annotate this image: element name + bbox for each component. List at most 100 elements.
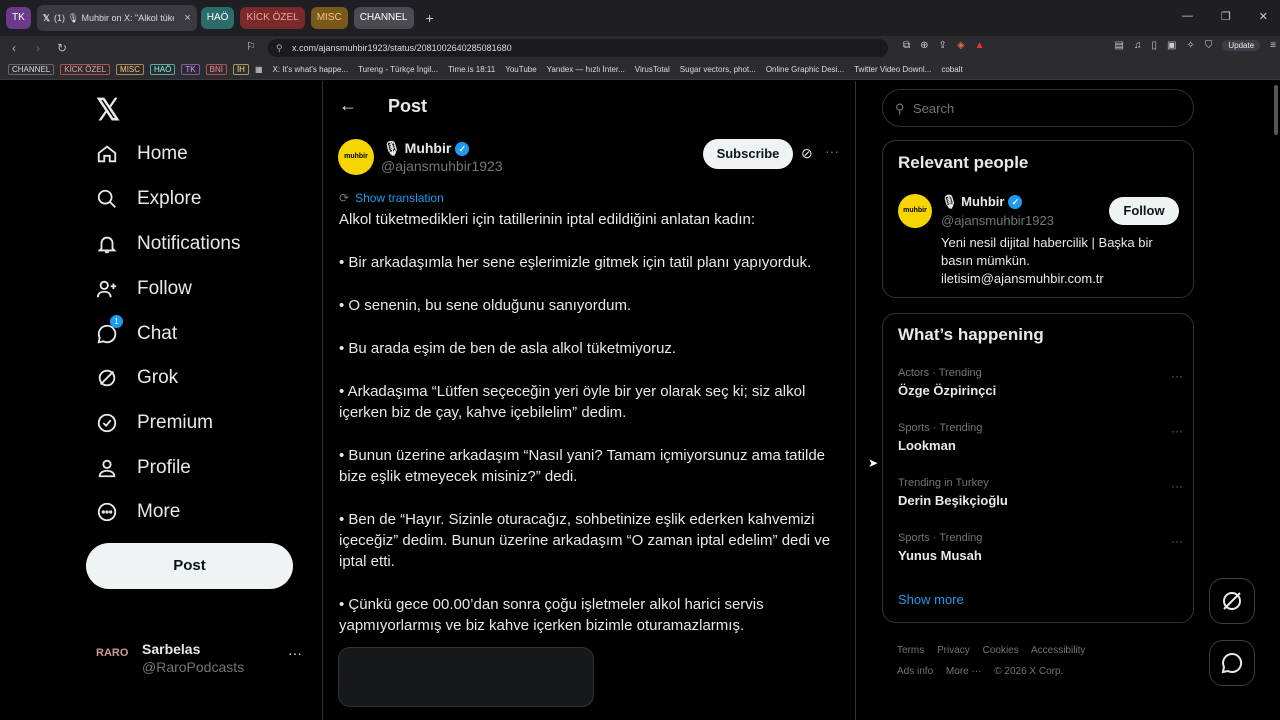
page-title: Post xyxy=(388,96,428,116)
wallet-icon[interactable]: ▣ xyxy=(1167,40,1176,51)
new-tab-icon[interactable]: + xyxy=(426,10,434,26)
trend-item[interactable]: Actors · Trending Özge Özpirinçci ··· xyxy=(898,367,1183,398)
footer-link[interactable]: More ··· xyxy=(946,666,982,677)
zoom-icon[interactable]: ⊕ xyxy=(920,40,928,51)
subscribe-button[interactable]: Subscribe xyxy=(703,139,793,169)
show-more-link[interactable]: Show more xyxy=(898,592,964,607)
install-icon[interactable]: ⧉ xyxy=(903,40,910,51)
author-handle[interactable]: @ajansmuhbir1923 xyxy=(381,158,503,174)
trend-more-icon[interactable]: ··· xyxy=(1171,534,1183,548)
nav-explore[interactable]: Explore xyxy=(96,188,201,210)
grok-fab-button[interactable] xyxy=(1209,578,1255,624)
close-tab-icon[interactable]: × xyxy=(184,12,190,24)
footer-link[interactable]: Accessibility xyxy=(1031,645,1085,656)
more-options-icon[interactable]: ··· xyxy=(825,143,839,159)
bookmark-link[interactable]: Time.is 18:11 xyxy=(448,65,495,74)
bookmark-link[interactable]: Yandex — hızlı İnter... xyxy=(547,65,625,74)
bookmark-group[interactable]: TK xyxy=(181,64,200,75)
chat-fab-button[interactable] xyxy=(1209,640,1255,686)
bookmark-group[interactable]: BNİ xyxy=(205,64,227,75)
relevant-person-name[interactable]: 🎙 Muhbir ✓ xyxy=(941,194,1023,210)
trend-context: Sports · Trending xyxy=(898,532,983,544)
bookmark-link[interactable]: Online Graphic Desi... xyxy=(766,65,844,74)
menu-icon[interactable]: ≡ xyxy=(1270,40,1276,51)
bookmark-group[interactable]: MISC xyxy=(116,64,145,75)
bookmark-link[interactable]: Twitter Video Downl... xyxy=(854,65,931,74)
rewards-icon[interactable]: ▲ xyxy=(975,40,985,51)
bookmark-group[interactable]: İH xyxy=(232,64,249,75)
footer-link[interactable]: Ads info xyxy=(897,666,933,677)
show-translation-link[interactable]: ⟳ Show translation xyxy=(339,191,444,205)
author-name[interactable]: 🎙 Muhbir ✓ xyxy=(383,140,470,157)
tab-group-tk[interactable]: TK xyxy=(6,7,31,29)
bookmark-link[interactable]: Tureng - Türkçe İngil... xyxy=(358,65,438,74)
author-avatar[interactable]: muhbir xyxy=(338,139,374,175)
music-icon[interactable]: ♫ xyxy=(1134,40,1142,51)
reload-icon[interactable]: ↻ xyxy=(52,41,72,55)
post-button[interactable]: Post xyxy=(86,543,293,589)
apps-icon[interactable]: ▦ xyxy=(255,65,263,74)
site-info-icon[interactable]: ⚲ xyxy=(276,39,283,57)
url-field[interactable]: ⚲ x.com/ajansmuhbir1923/status/208100264… xyxy=(268,39,888,57)
tab-group-hao[interactable]: HAÖ xyxy=(200,7,235,29)
close-window-icon[interactable]: ✕ xyxy=(1259,10,1268,23)
nav-chat[interactable]: 1 Chat xyxy=(96,315,178,345)
tab-group-misc[interactable]: MISC xyxy=(310,7,348,29)
bookmark-link[interactable]: X: It's what's happe... xyxy=(273,65,349,74)
footer-link[interactable]: Terms xyxy=(897,645,924,656)
post-column: ← Post muhbir 🎙 Muhbir ✓ @ajansmuhbir192… xyxy=(322,81,856,720)
bookmark-link[interactable]: Sugar vectors, phot... xyxy=(680,65,756,74)
relevant-person-handle[interactable]: @ajansmuhbir1923 xyxy=(941,213,1054,228)
tab-group-channel[interactable]: CHANNEL xyxy=(353,7,414,29)
follow-button[interactable]: Follow xyxy=(1109,197,1179,225)
bookmark-group[interactable]: KİCK ÖZEL xyxy=(60,64,111,75)
nav-notifications[interactable]: Notifications xyxy=(96,233,241,255)
bookmark-link[interactable]: cobalt xyxy=(941,65,962,74)
trend-context: Trending in Turkey xyxy=(898,477,989,489)
nav-follow[interactable]: Follow xyxy=(96,278,192,300)
restore-icon[interactable]: ❐ xyxy=(1221,10,1231,23)
back-arrow-icon[interactable]: ← xyxy=(339,95,357,116)
share-icon[interactable]: ⇪ xyxy=(939,40,947,51)
search-input[interactable]: ⚲ Search xyxy=(882,89,1194,127)
nav-home[interactable]: Home xyxy=(96,143,188,165)
avatar[interactable]: muhbir xyxy=(898,194,932,228)
trend-more-icon[interactable]: ··· xyxy=(1171,424,1183,438)
forward-icon[interactable]: › xyxy=(28,41,48,55)
minimize-icon[interactable]: — xyxy=(1182,10,1193,23)
grok-icon[interactable]: ⊘ xyxy=(801,145,813,162)
active-tab[interactable]: 𝕏 (1) 🎙 Muhbir on X: "Alkol tüket… × xyxy=(36,5,197,31)
nav-premium[interactable]: Premium xyxy=(96,412,213,434)
nav-grok[interactable]: Grok xyxy=(96,367,178,389)
account-switcher[interactable]: RARO Sarbelas @RaroPodcasts ··· xyxy=(96,639,306,679)
bookmark-icon[interactable]: ⚐ xyxy=(246,40,256,53)
footer-link[interactable]: Privacy xyxy=(937,645,970,656)
trend-item[interactable]: Sports · Trending Yunus Musah ··· xyxy=(898,532,1183,563)
leo-icon[interactable]: ✧ xyxy=(1186,40,1194,51)
card-title: Relevant people xyxy=(898,153,1029,172)
vpn-icon[interactable]: ⛉ xyxy=(1205,40,1213,51)
update-button[interactable]: Update xyxy=(1222,40,1261,51)
trend-item[interactable]: Trending in Turkey Derin Beşikçioğlu ··· xyxy=(898,477,1183,508)
panel-icon[interactable]: ▯ xyxy=(1152,40,1158,51)
brave-shield-icon[interactable]: ◈ xyxy=(957,40,965,51)
bookmark-group[interactable]: CHANNEL xyxy=(8,64,55,75)
nav-label: Chat xyxy=(137,323,178,344)
bookmark-group[interactable]: HAÖ xyxy=(150,64,176,75)
scrollbar[interactable] xyxy=(1274,85,1278,135)
trend-item[interactable]: Sports · Trending Lookman ··· xyxy=(898,422,1183,453)
back-icon[interactable]: ‹ xyxy=(4,41,24,55)
bookmark-link[interactable]: VirusTotal xyxy=(635,65,670,74)
nav-profile[interactable]: Profile xyxy=(96,457,191,479)
footer-link[interactable]: Cookies xyxy=(983,645,1019,656)
tab-group-kick[interactable]: KİCK ÖZEL xyxy=(240,7,305,29)
address-bar-row: ‹ › ↻ ⚐ ⚲ x.com/ajansmuhbir1923/status/2… xyxy=(0,36,1280,60)
trend-more-icon[interactable]: ··· xyxy=(1171,369,1183,383)
account-more-icon[interactable]: ··· xyxy=(288,645,302,661)
sidebar-icon[interactable]: ▤ xyxy=(1115,40,1124,51)
bookmark-link[interactable]: YouTube xyxy=(505,65,536,74)
post-media[interactable] xyxy=(338,647,594,707)
trend-more-icon[interactable]: ··· xyxy=(1171,479,1183,493)
nav-more[interactable]: More xyxy=(96,501,180,523)
x-logo-icon[interactable]: 𝕏 xyxy=(96,93,120,128)
